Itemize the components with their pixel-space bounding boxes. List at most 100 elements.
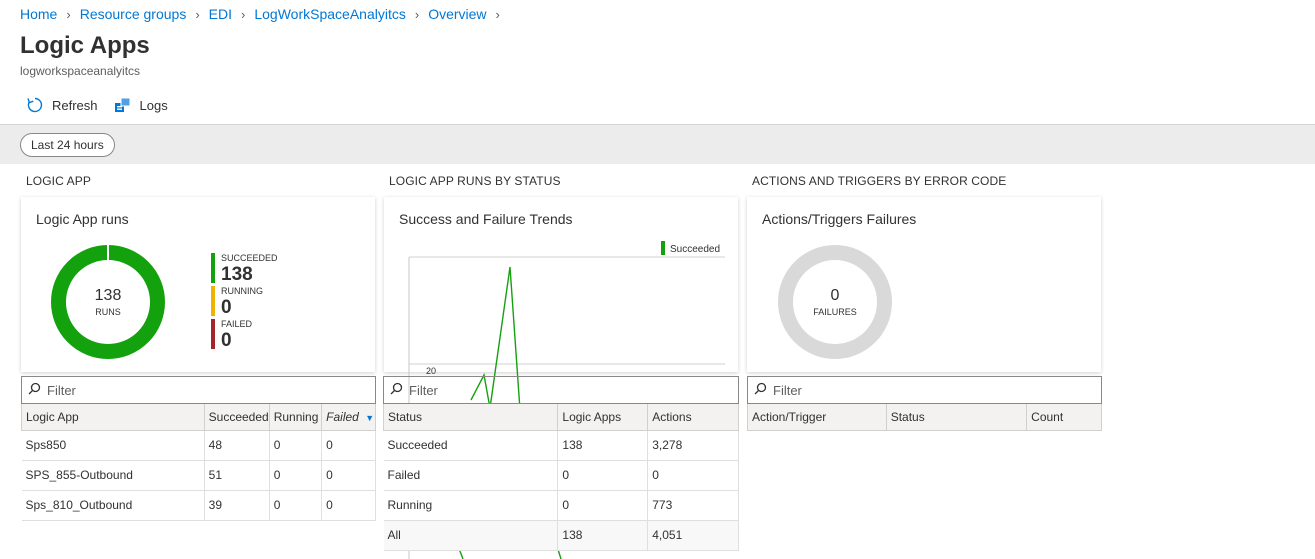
legend-value: 138 xyxy=(221,264,253,285)
table-row[interactable]: Sps850 48 0 0 xyxy=(21,430,376,461)
card-title: Success and Failure Trends xyxy=(399,211,573,227)
cell-actions: 773 xyxy=(647,490,739,521)
total-failures-label: FAILURES xyxy=(813,307,857,317)
legend-failed: FAILED 0 xyxy=(211,319,252,352)
toolbar: Refresh Logs xyxy=(26,96,168,114)
legend-succeeded: Succeeded xyxy=(670,244,720,255)
cell-logic-apps: 138 xyxy=(557,430,649,461)
table-row[interactable]: Failed 0 0 xyxy=(383,460,739,491)
sort-desc-icon: ▼ xyxy=(365,412,375,423)
filter-input-actions[interactable]: Filter xyxy=(747,376,1102,404)
breadcrumb-resource-groups[interactable]: Resource groups xyxy=(80,6,187,22)
filter-placeholder: Filter xyxy=(773,382,802,398)
logic-app-runs-card: Logic App runs 138 RUNS SUCCEEDED 138 RU… xyxy=(21,197,375,372)
col-header-status[interactable]: Status xyxy=(382,404,559,431)
cell-logic-app: Sps850 xyxy=(21,430,205,461)
table-header-row: Logic App Succeeded Running Failed ▼ xyxy=(21,404,376,431)
col-header-running[interactable]: Running xyxy=(268,404,323,431)
table-row[interactable]: Succeeded 138 3,278 xyxy=(383,430,739,461)
chevron-right-icon: › xyxy=(495,6,500,22)
col-header-failed-label: Failed xyxy=(326,409,359,424)
runs-by-status-table: Status Logic Apps Actions Succeeded 138 … xyxy=(382,404,739,551)
legend-color-bar xyxy=(211,253,215,283)
chevron-right-icon: › xyxy=(195,6,200,22)
donut-center: 0 FAILURES xyxy=(795,287,875,317)
legend-color-bar xyxy=(211,286,215,316)
time-range-pill[interactable]: Last 24 hours xyxy=(20,133,115,157)
refresh-icon xyxy=(26,96,44,114)
cell-status: Succeeded xyxy=(383,430,559,461)
filter-input-logic-app[interactable]: Filter xyxy=(21,376,376,404)
table-header-row: Action/Trigger Status Count xyxy=(747,404,1102,431)
section-actions-by-error: ACTIONS AND TRIGGERS BY ERROR CODE xyxy=(752,174,1007,188)
search-icon xyxy=(754,382,773,398)
chevron-right-icon: › xyxy=(66,6,71,22)
total-failures: 0 xyxy=(830,287,840,304)
section-runs-by-status: LOGIC APP RUNS BY STATUS xyxy=(389,174,561,188)
cell-succeeded: 39 xyxy=(204,490,270,521)
search-icon xyxy=(28,382,47,398)
total-runs-label: RUNS xyxy=(95,307,121,317)
breadcrumb-edi[interactable]: EDI xyxy=(209,6,232,22)
col-header-failed[interactable]: Failed ▼ xyxy=(321,404,376,431)
col-header-actions[interactable]: Actions xyxy=(647,404,739,431)
cell-actions: 3,278 xyxy=(647,430,739,461)
col-header-status[interactable]: Status xyxy=(885,404,1028,431)
cell-logic-apps: 0 xyxy=(557,490,649,521)
table-row[interactable]: All 138 4,051 xyxy=(383,520,739,551)
legend-succeeded: SUCCEEDED 138 xyxy=(211,253,278,286)
cell-running: 0 xyxy=(269,490,323,521)
page-title: Logic Apps xyxy=(20,32,150,59)
cell-status: All xyxy=(383,520,559,551)
cell-logic-apps: 0 xyxy=(557,460,649,491)
table-row[interactable]: SPS_855-Outbound 51 0 0 xyxy=(21,460,376,491)
legend-label: RUNNING xyxy=(221,286,263,296)
legend-swatch-succeeded xyxy=(661,241,665,255)
col-header-count[interactable]: Count xyxy=(1026,404,1102,431)
total-runs: 138 xyxy=(94,287,122,304)
cell-logic-app: SPS_855-Outbound xyxy=(21,460,205,491)
breadcrumb-workspace[interactable]: LogWorkSpaceAnalyitcs xyxy=(254,6,405,22)
search-icon xyxy=(390,382,409,398)
breadcrumb-overview[interactable]: Overview xyxy=(428,6,486,22)
actions-triggers-failures-card: Actions/Triggers Failures 0 FAILURES xyxy=(747,197,1101,372)
cell-logic-apps: 138 xyxy=(557,520,649,551)
chevron-right-icon: › xyxy=(241,6,246,22)
y-tick-label: 20 xyxy=(426,366,436,376)
col-header-succeeded[interactable]: Succeeded xyxy=(203,404,270,431)
time-filter-bar: Last 24 hours xyxy=(0,124,1315,164)
refresh-button[interactable]: Refresh xyxy=(26,96,98,114)
breadcrumb: Home › Resource groups › EDI › LogWorkSp… xyxy=(20,6,509,22)
col-header-logic-app[interactable]: Logic App xyxy=(21,404,205,431)
cell-failed: 0 xyxy=(321,430,376,461)
logs-icon xyxy=(114,96,132,114)
logic-app-table: Logic App Succeeded Running Failed ▼ Sps… xyxy=(21,404,376,521)
filter-placeholder: Filter xyxy=(409,382,438,398)
table-row[interactable]: Sps_810_Outbound 39 0 0 xyxy=(21,490,376,521)
breadcrumb-home[interactable]: Home xyxy=(20,6,57,22)
section-logic-app: LOGIC APP xyxy=(26,174,91,188)
refresh-label: Refresh xyxy=(52,97,98,113)
cell-running: 0 xyxy=(269,430,323,461)
legend-value: 0 xyxy=(221,330,232,351)
cell-status: Failed xyxy=(383,460,559,491)
card-title: Actions/Triggers Failures xyxy=(762,211,917,227)
cell-failed: 0 xyxy=(321,490,376,521)
legend-label: FAILED xyxy=(221,319,253,329)
filter-input-runs-status[interactable]: Filter xyxy=(383,376,739,404)
chevron-right-icon: › xyxy=(414,6,420,22)
col-header-action-trigger[interactable]: Action/Trigger xyxy=(747,404,887,431)
cell-actions: 0 xyxy=(647,460,739,491)
donut-center: 138 RUNS xyxy=(68,287,148,317)
cell-actions: 4,051 xyxy=(647,520,739,551)
filter-placeholder: Filter xyxy=(47,382,76,398)
cell-status: Running xyxy=(383,490,559,521)
legend-color-bar xyxy=(211,319,215,349)
col-header-logic-apps[interactable]: Logic Apps xyxy=(557,404,649,431)
logs-button[interactable]: Logs xyxy=(114,96,168,114)
cell-running: 0 xyxy=(269,460,323,491)
card-title: Logic App runs xyxy=(36,211,129,227)
cell-succeeded: 51 xyxy=(204,460,270,491)
table-row[interactable]: Running 0 773 xyxy=(383,490,739,521)
legend-value: 0 xyxy=(221,297,232,318)
